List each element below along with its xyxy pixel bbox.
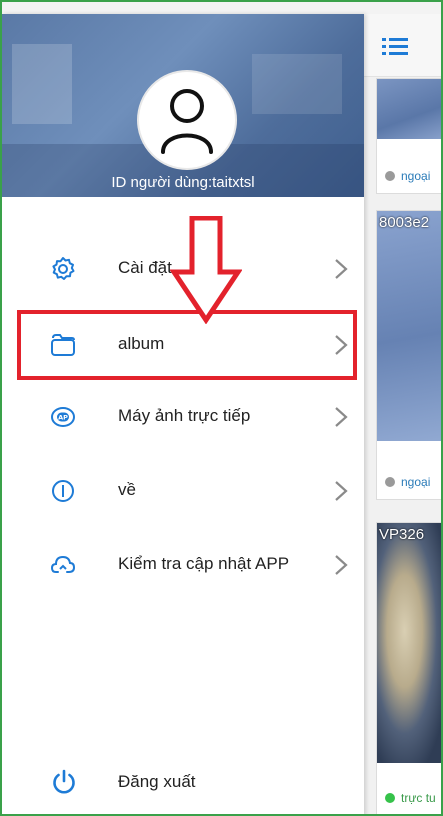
info-icon bbox=[52, 480, 74, 502]
camera-card[interactable]: VP326 trực tu bbox=[376, 522, 441, 814]
user-icon bbox=[161, 89, 213, 154]
camera-thumbnail bbox=[377, 79, 441, 139]
list-menu-icon[interactable] bbox=[382, 36, 408, 58]
chevron-right-icon bbox=[335, 259, 348, 279]
status-dot bbox=[385, 793, 395, 803]
camera-status: trực tu bbox=[385, 791, 436, 805]
navigation-drawer: ID người dùng:taitxtsl Cài đặt album AP … bbox=[2, 14, 364, 814]
menu-item-about[interactable]: về bbox=[2, 456, 364, 526]
menu-label-about: về bbox=[118, 480, 136, 499]
camera-status: ngoại bbox=[385, 169, 430, 183]
menu-item-live-camera[interactable]: AP Máy ảnh trực tiếp bbox=[2, 382, 364, 452]
gear-icon bbox=[52, 257, 75, 280]
avatar[interactable] bbox=[137, 70, 237, 170]
background-toolbar bbox=[364, 14, 441, 77]
camera-card[interactable]: ngoại bbox=[376, 78, 441, 194]
chevron-right-icon bbox=[335, 481, 348, 501]
chevron-right-icon bbox=[335, 555, 348, 575]
menu-label-check-update: Kiểm tra cập nhật APP bbox=[118, 554, 290, 573]
logout-label: Đăng xuất bbox=[118, 772, 196, 791]
camera-id: 8003e2 bbox=[379, 214, 430, 231]
menu-item-check-update[interactable]: Kiểm tra cập nhật APP bbox=[2, 530, 364, 600]
user-id-label: ID người dùng:taitxtsl bbox=[111, 174, 255, 191]
status-dot bbox=[385, 477, 395, 487]
camera-status: ngoại bbox=[385, 475, 430, 489]
logout-button[interactable]: Đăng xuất bbox=[2, 760, 364, 814]
menu-label-live-camera: Máy ảnh trực tiếp bbox=[118, 406, 251, 425]
power-icon bbox=[53, 769, 75, 794]
header-background-image bbox=[12, 44, 72, 124]
ap-icon: AP bbox=[51, 407, 75, 427]
menu-label-settings: Cài đặt bbox=[118, 258, 172, 277]
background-camera-list: ngoại 8003e2 ngoại VP326 trực tu bbox=[364, 14, 441, 814]
drawer-header: ID người dùng:taitxtsl bbox=[2, 14, 364, 197]
camera-card[interactable]: 8003e2 ngoại bbox=[376, 210, 441, 500]
svg-text:AP: AP bbox=[58, 414, 68, 422]
cloud-sync-icon bbox=[50, 555, 76, 573]
arrow-down-icon bbox=[170, 216, 242, 324]
camera-id: VP326 bbox=[379, 526, 425, 543]
camera-thumbnail bbox=[377, 211, 441, 441]
status-dot bbox=[385, 171, 395, 181]
screen-frame: ngoại 8003e2 ngoại VP326 trực tu ID ngườ… bbox=[0, 0, 443, 816]
chevron-right-icon bbox=[335, 407, 348, 427]
camera-thumbnail bbox=[377, 523, 441, 763]
